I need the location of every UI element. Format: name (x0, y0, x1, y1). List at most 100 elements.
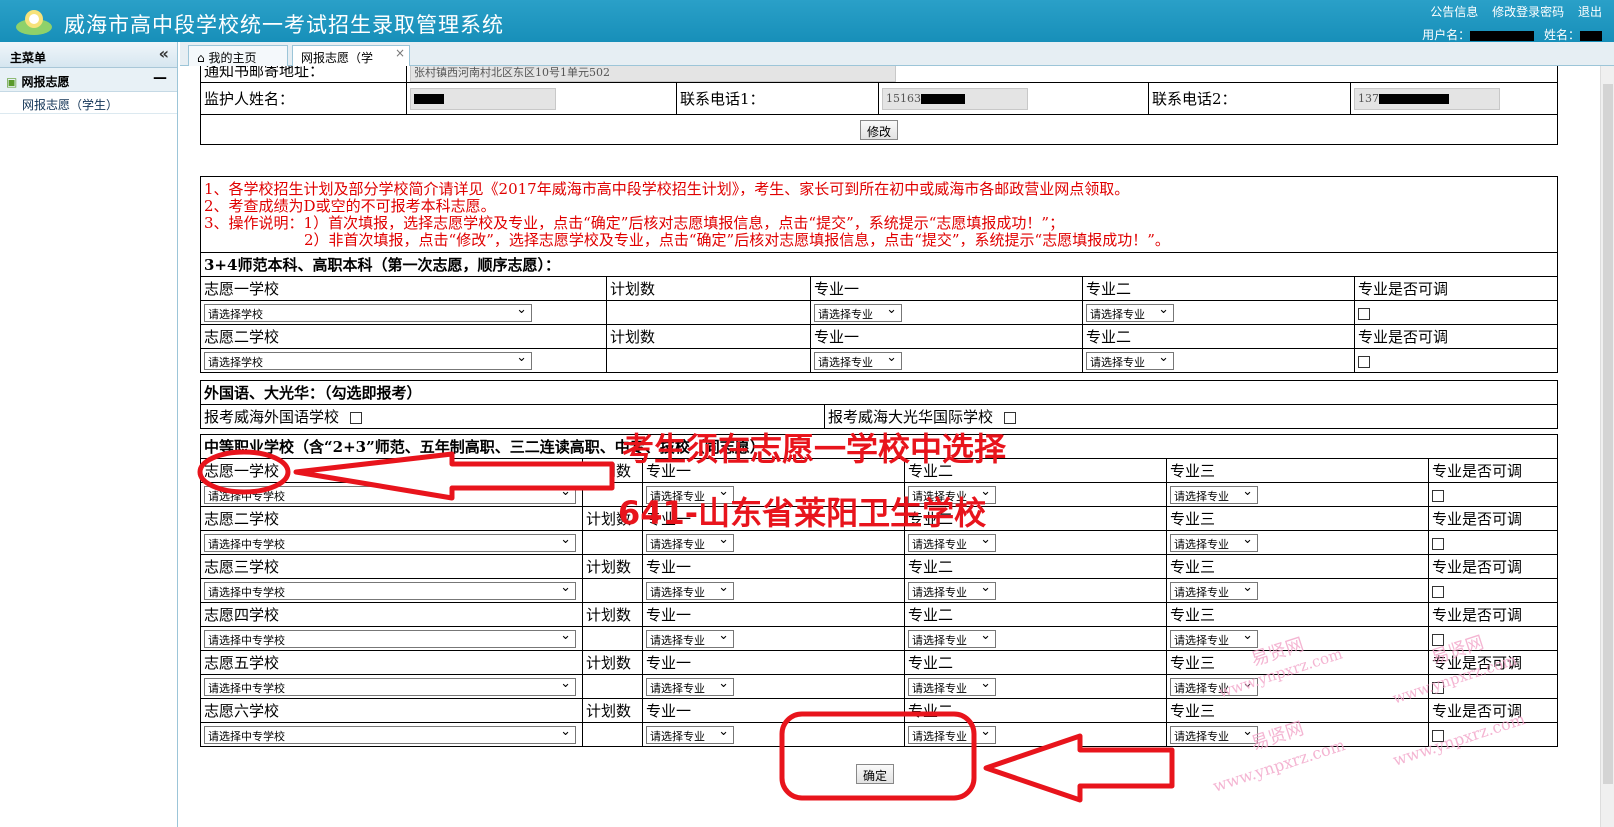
s1-row1-major1-select[interactable]: 请选择专业 (814, 302, 902, 322)
s3-row4-major2-select[interactable]: 请选择专业 (908, 628, 996, 648)
s3-row3-major2-select[interactable]: 请选择专业 (908, 580, 996, 600)
s3-row5-major2-select[interactable]: 请选择专业 (908, 676, 996, 696)
s3-row5-major1-select[interactable]: 请选择专业 (646, 676, 734, 696)
s3-row6-major3-select[interactable]: 请选择专业 (1170, 724, 1258, 744)
s3-row1-school-select[interactable]: 请选择中专学校 (204, 484, 576, 504)
address-cell: 张村镇西河南村北区东区10号1单元502 (406, 66, 1558, 83)
s3-row2-major2-select[interactable]: 请选择专业 (908, 532, 996, 552)
sidebar-group-volunteer[interactable]: ▣ 网报志愿 — (0, 68, 177, 92)
s3-row2-major3-select[interactable]: 请选择专业 (1170, 532, 1258, 552)
contact-table: 通知书邮寄地址： 张村镇西河南村北区东区10号1单元502 监护人姓名： 联系电… (200, 66, 1558, 145)
s1-row2-major1-select[interactable]: 请选择专业 (814, 350, 902, 370)
s3-row5-plan-cell (582, 674, 643, 699)
s3-row6-plan-label: 计划数 (582, 698, 643, 723)
s1-row2-major2-select[interactable]: 请选择专业 (1086, 350, 1174, 370)
s1-row1-adjust-cell (1354, 300, 1558, 325)
s3-row5-school-select[interactable]: 请选择中专学校 (204, 676, 576, 696)
guardian-cell (406, 82, 677, 115)
s3-row3-major3-select[interactable]: 请选择专业 (1170, 580, 1258, 600)
s1-row1-school-cell: 请选择学校 (200, 300, 607, 325)
s1-row2-school-cell: 请选择学校 (200, 348, 607, 373)
s3-row2-plan-cell (582, 530, 643, 555)
sidebar-group-label: 网报志愿 (21, 75, 70, 89)
guanghua-school-checkbox[interactable] (1003, 412, 1016, 424)
phone1-input[interactable]: 15163 (882, 87, 1028, 110)
s3-row2-school-select[interactable]: 请选择中专学校 (204, 532, 576, 552)
collapse-icon[interactable]: « (159, 44, 169, 63)
notice-link[interactable]: 公告信息 (1430, 5, 1478, 19)
s3-row2-adjust-checkbox[interactable] (1432, 537, 1444, 550)
s3-row4-school-select[interactable]: 请选择中专学校 (204, 628, 576, 648)
s3-row1-major3-label: 专业三 (1166, 458, 1429, 483)
s3-row3-major3-cell: 请选择专业 (1166, 578, 1429, 603)
name-redacted (1580, 30, 1602, 41)
s1-row2-major2-cell: 请选择专业 (1082, 348, 1355, 373)
guardian-label: 监护人姓名： (200, 82, 407, 115)
s1-row2-major2-label: 专业二 (1082, 324, 1355, 349)
s3-row4-major1-label: 专业一 (642, 602, 905, 627)
sidebar-header: 主菜单 « (0, 42, 177, 68)
s1-row2-school-select[interactable]: 请选择学校 (204, 350, 532, 370)
scrollbar-thumb[interactable] (1603, 84, 1613, 784)
s1-row1-adjust-checkbox[interactable] (1358, 307, 1370, 320)
s3-row2-major1-select[interactable]: 请选择专业 (646, 532, 734, 552)
address-input[interactable]: 张村镇西河南村北区东区10号1单元502 (410, 66, 896, 82)
s1-row1-major2-select[interactable]: 请选择专业 (1086, 302, 1174, 322)
s1-row1-plan-label: 计划数 (606, 276, 811, 301)
modify-button[interactable]: 修改 (859, 119, 898, 140)
confirm-button[interactable]: 确定 (856, 764, 895, 784)
s3-row3-major3-label: 专业三 (1166, 554, 1429, 579)
note-line-4: 2）非首次填报，点击“修改”，选择志愿学校及专业，点击“确定”后核对志愿填报信息… (304, 230, 1170, 249)
tab-home[interactable]: ⌂ 我的主页 (188, 45, 288, 66)
s3-row3-major1-select[interactable]: 请选择专业 (646, 580, 734, 600)
s3-row4-adjust-label: 专业是否可调 (1428, 602, 1558, 627)
guardian-input[interactable] (410, 87, 556, 110)
s3-row3-major1-label: 专业一 (642, 554, 905, 579)
foreign-school-checkbox[interactable] (349, 412, 362, 424)
s3-row4-school-cell: 请选择中专学校 (200, 626, 583, 651)
s3-row5-school-cell: 请选择中专学校 (200, 674, 583, 699)
phone2-cell: 137 (1350, 82, 1558, 115)
phone1-cell: 15163 (878, 82, 1149, 115)
s3-row6-major1-select[interactable]: 请选择专业 (646, 724, 734, 744)
s1-row2-adjust-checkbox[interactable] (1358, 355, 1370, 368)
section2-title: 外国语、大光华：（勾选即报考） (200, 380, 1558, 405)
s3-row2-major1-cell: 请选择专业 (642, 530, 905, 555)
logout-link[interactable]: 退出 (1578, 5, 1602, 19)
s3-row4-major1-select[interactable]: 请选择专业 (646, 628, 734, 648)
note-line-1: 1、各学校招生计划及部分学校简介请详见《2017年威海市高中段学校招生计划》，考… (204, 179, 1130, 198)
s3-row1-adjust-checkbox[interactable] (1432, 489, 1444, 502)
s1-row2-major1-label: 专业一 (810, 324, 1083, 349)
close-icon[interactable]: × (395, 46, 405, 60)
s3-row1-major3-cell: 请选择专业 (1166, 482, 1429, 507)
s3-row3-school-select[interactable]: 请选择中专学校 (204, 580, 576, 600)
s3-row1-major3-select[interactable]: 请选择专业 (1170, 484, 1258, 504)
username-label: 用户名： (1422, 28, 1471, 42)
s1-row2-adjust-cell (1354, 348, 1558, 373)
s3-row1-school-cell: 请选择中专学校 (200, 482, 583, 507)
s3-row6-major1-label: 专业一 (642, 698, 905, 723)
s3-row5-major2-cell: 请选择专业 (904, 674, 1167, 699)
top-links: 公告信息 修改登录密码 退出 (1420, 3, 1602, 20)
s3-row5-major1-cell: 请选择专业 (642, 674, 905, 699)
change-password-link[interactable]: 修改登录密码 (1492, 5, 1564, 19)
group-toggle-icon[interactable]: — (153, 70, 167, 86)
sidebar-item-student-volunteer[interactable]: 网报志愿（学生） (0, 92, 177, 114)
s3-row2-major3-cell: 请选择专业 (1166, 530, 1429, 555)
s1-row1-adjust-label: 专业是否可调 (1354, 276, 1558, 301)
s3-row4-major3-label: 专业三 (1166, 602, 1429, 627)
s1-row2-major1-cell: 请选择专业 (810, 348, 1083, 373)
s3-row1-adjust-label: 专业是否可调 (1428, 458, 1558, 483)
s3-row5-major2-label: 专业二 (904, 650, 1167, 675)
tab-volunteer[interactable]: 网报志愿（学 × (292, 45, 410, 66)
s3-row6-school-select[interactable]: 请选择中专学校 (204, 724, 576, 744)
phone2-input[interactable]: 137 (1354, 87, 1500, 110)
scrollbar[interactable] (1600, 66, 1614, 827)
s3-row4-major3-select[interactable]: 请选择专业 (1170, 628, 1258, 648)
s3-row3-adjust-checkbox[interactable] (1432, 585, 1444, 598)
s3-row3-major2-label: 专业二 (904, 554, 1167, 579)
s1-row1-school-select[interactable]: 请选择学校 (204, 302, 532, 322)
s3-row2-school-cell: 请选择中专学校 (200, 530, 583, 555)
s3-row2-adjust-cell (1428, 530, 1558, 555)
s3-row6-major2-select[interactable]: 请选择专业 (908, 724, 996, 744)
